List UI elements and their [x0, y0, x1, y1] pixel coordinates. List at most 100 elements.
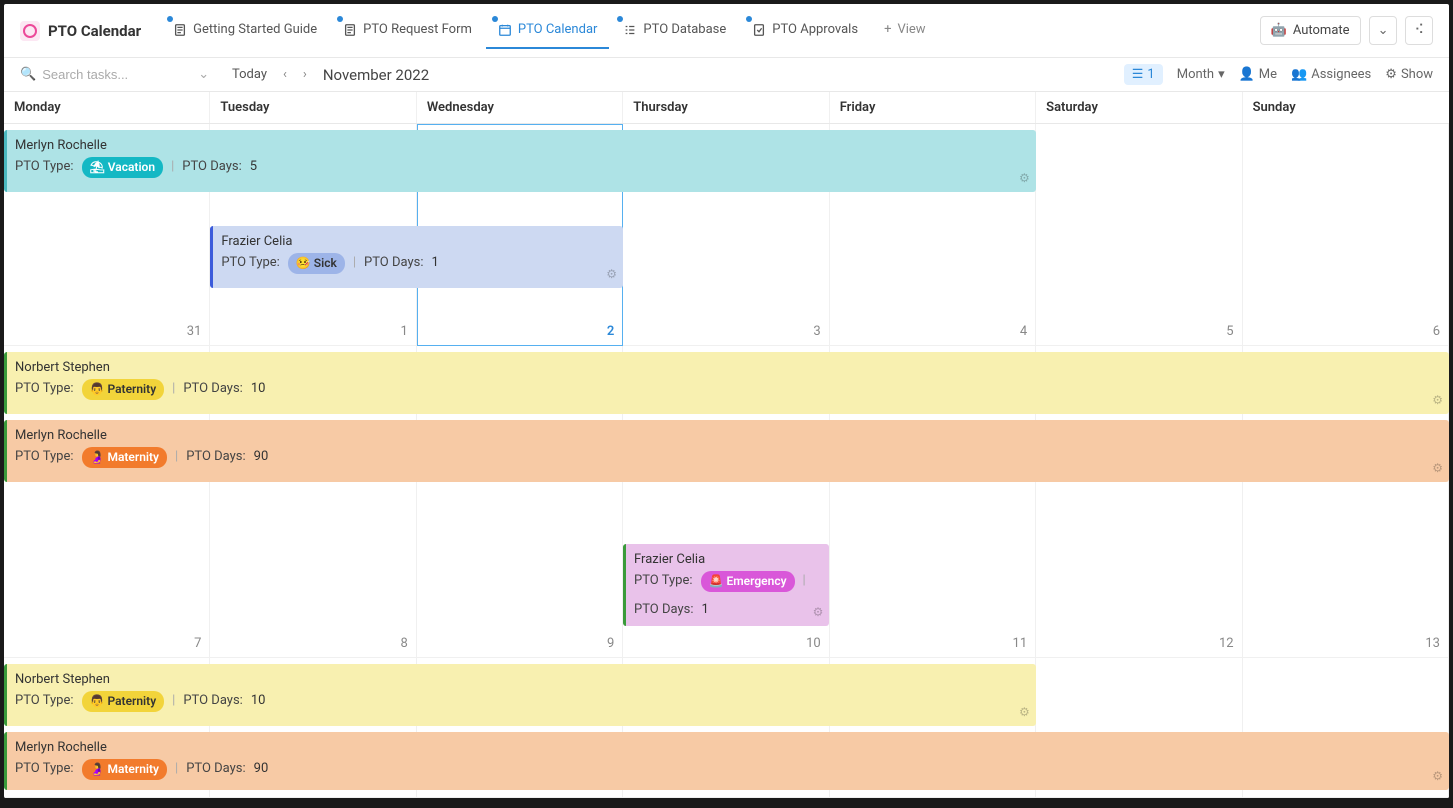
event-gear-icon[interactable]: ⚙	[1432, 391, 1443, 410]
tab-pto-database[interactable]: PTO Database	[611, 12, 738, 49]
event-maternity[interactable]: Merlyn Rochelle PTO Type: 🤰Maternity | P…	[4, 420, 1449, 482]
week-row: Norbert Stephen PTO Type: 👨Paternity | P…	[4, 658, 1449, 798]
calendar-body: 31 1 2 3 4 5 6 Merlyn Rochelle PTO Type:…	[4, 124, 1449, 798]
toolbar-right: ☰ 1 Month ▾ 👤 Me 👥 Assignees ⚙ Show	[1124, 64, 1433, 85]
maternity-icon: 🤰	[90, 760, 105, 779]
app-root: PTO Calendar Getting Started Guide PTO R…	[4, 4, 1449, 798]
list-icon	[623, 23, 637, 37]
month-label: November 2022	[323, 66, 429, 84]
day-header-mon: Monday	[4, 92, 210, 123]
badge-maternity: 🤰Maternity	[82, 759, 168, 780]
tab-dot-icon	[337, 16, 343, 22]
event-emergency[interactable]: Frazier Celia PTO Type: 🚨Emergency | PTO…	[623, 544, 829, 626]
separator: |	[172, 691, 175, 712]
event-meta: PTO Type: 🤒Sick | PTO Days: 1	[221, 253, 615, 274]
me-filter[interactable]: 👤 Me	[1239, 67, 1277, 82]
emergency-icon: 🚨	[709, 572, 724, 591]
pto-type-label: PTO Type:	[15, 759, 74, 780]
event-maternity[interactable]: Merlyn Rochelle PTO Type: 🤰Maternity | P…	[4, 732, 1449, 790]
day-number: 11	[1013, 636, 1028, 651]
view-tabs: Getting Started Guide PTO Request Form P…	[161, 12, 1256, 49]
event-meta: PTO Type: 🤰Maternity | PTO Days: 90	[15, 447, 1441, 468]
event-name: Merlyn Rochelle	[15, 136, 1028, 157]
pto-days-value: 5	[250, 157, 257, 178]
tab-getting-started[interactable]: Getting Started Guide	[161, 12, 329, 49]
pto-type-label: PTO Type:	[15, 691, 74, 712]
day-number: 31	[187, 324, 202, 339]
event-paternity[interactable]: Norbert Stephen PTO Type: 👨Paternity | P…	[4, 352, 1449, 414]
topbar: PTO Calendar Getting Started Guide PTO R…	[4, 4, 1449, 58]
badge-text: Maternity	[107, 448, 159, 467]
automate-chevron[interactable]: ⌄	[1369, 16, 1398, 45]
pto-days-value: 90	[254, 447, 269, 468]
automate-button[interactable]: 🤖 Automate	[1260, 16, 1361, 45]
tab-pto-calendar[interactable]: PTO Calendar	[486, 12, 610, 49]
pto-days-value: 10	[251, 379, 266, 400]
today-button[interactable]: Today	[232, 67, 267, 82]
filter-icon: ☰	[1132, 67, 1144, 82]
day-header-wed: Wednesday	[417, 92, 623, 123]
badge-text: Paternity	[107, 692, 156, 711]
tab-label: PTO Calendar	[518, 22, 598, 37]
event-vacation[interactable]: Merlyn Rochelle PTO Type: ⛱Vacation | PT…	[4, 130, 1036, 192]
separator: |	[175, 447, 178, 468]
approvals-icon	[752, 23, 766, 37]
day-number: 9	[607, 636, 614, 651]
event-gear-icon[interactable]: ⚙	[1432, 459, 1443, 478]
next-month[interactable]: ›	[299, 65, 311, 84]
day-number: 4	[1020, 324, 1027, 339]
pto-type-label: PTO Type:	[15, 447, 74, 468]
week-row: 31 1 2 3 4 5 6 Merlyn Rochelle PTO Type:…	[4, 124, 1449, 346]
day-number: 5	[1226, 324, 1233, 339]
pto-type-label: PTO Type:	[634, 571, 693, 592]
view-mode-dropdown[interactable]: Month ▾	[1177, 67, 1225, 82]
show-dropdown[interactable]: ⚙ Show	[1385, 67, 1433, 82]
separator: |	[175, 759, 178, 780]
pto-days-value: 1	[702, 600, 709, 621]
people-icon: 👥	[1291, 67, 1307, 82]
pto-days-label: PTO Days:	[183, 379, 242, 400]
badge-text: Emergency	[726, 572, 786, 591]
search-chevron[interactable]: ⌄	[198, 67, 209, 82]
event-name: Frazier Celia	[221, 232, 615, 253]
tab-dot-icon	[492, 16, 498, 22]
day-header-fri: Friday	[830, 92, 1036, 123]
day-header-sat: Saturday	[1036, 92, 1242, 123]
pto-days-label: PTO Days:	[364, 253, 423, 274]
search-input[interactable]	[42, 67, 192, 82]
prev-month[interactable]: ‹	[279, 65, 291, 84]
assignees-filter[interactable]: 👥 Assignees	[1291, 67, 1371, 82]
event-gear-icon[interactable]: ⚙	[606, 265, 617, 284]
pto-days-label: PTO Days:	[186, 447, 245, 468]
event-gear-icon[interactable]: ⚙	[1019, 703, 1030, 722]
event-gear-icon[interactable]: ⚙	[1432, 767, 1443, 786]
share-button[interactable]: ⠪	[1405, 16, 1433, 45]
day-header-sun: Sunday	[1243, 92, 1449, 123]
automate-label: Automate	[1293, 23, 1350, 38]
day-cell[interactable]: 6	[1243, 124, 1449, 346]
event-sick[interactable]: Frazier Celia PTO Type: 🤒Sick | PTO Days…	[210, 226, 623, 288]
me-label: Me	[1259, 67, 1277, 82]
day-number: 3	[813, 324, 820, 339]
tab-dot-icon	[617, 16, 623, 22]
robot-icon: 🤖	[1271, 23, 1287, 38]
search-box: 🔍 ⌄	[20, 67, 220, 82]
day-number: 13	[1425, 636, 1440, 651]
event-paternity[interactable]: Norbert Stephen PTO Type: 👨Paternity | P…	[4, 664, 1036, 726]
pto-days-value: 1	[432, 253, 439, 274]
separator: |	[353, 253, 356, 274]
day-number: 8	[401, 636, 408, 651]
tab-add-view[interactable]: + View	[872, 12, 938, 49]
tab-pto-approvals[interactable]: PTO Approvals	[740, 12, 870, 49]
event-name: Merlyn Rochelle	[15, 426, 1441, 447]
event-gear-icon[interactable]: ⚙	[1019, 169, 1030, 188]
badge-vacation: ⛱Vacation	[82, 157, 164, 178]
filter-badge[interactable]: ☰ 1	[1124, 64, 1163, 85]
tab-pto-request-form[interactable]: PTO Request Form	[331, 12, 484, 49]
gear-icon: ⚙	[1385, 67, 1397, 82]
person-icon: 👤	[1239, 67, 1255, 82]
day-cell[interactable]: 5	[1036, 124, 1242, 346]
filter-count: 1	[1147, 67, 1154, 82]
event-gear-icon[interactable]: ⚙	[813, 603, 824, 622]
badge-text: Sick	[314, 254, 337, 273]
